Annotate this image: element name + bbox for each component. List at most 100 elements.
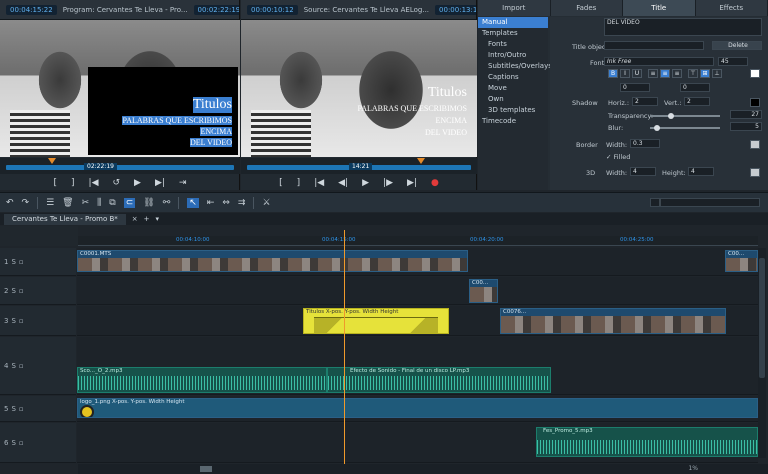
razor-icon[interactable]: ⚔ xyxy=(262,198,270,208)
shadow-color-swatch[interactable] xyxy=(750,98,760,107)
track-lane-4[interactable]: Sco..._O_2.mp3 Efecto de Sonido - Final … xyxy=(77,337,758,395)
track-header-6[interactable]: 6 S ▫ xyxy=(0,423,76,463)
track-header-3[interactable]: 3 S ▫ xyxy=(0,306,76,336)
blur-field[interactable]: 5 xyxy=(730,122,762,131)
next-marker-button[interactable]: ⇥ xyxy=(179,178,187,188)
track-lane-3[interactable]: Titulos X-pos. Y-pos. Width Height C0076… xyxy=(77,306,758,336)
italic-icon[interactable]: I xyxy=(620,69,630,78)
vert-field[interactable]: 2 xyxy=(684,97,710,106)
play-button[interactable]: ▶ xyxy=(134,178,141,188)
transparency-knob[interactable] xyxy=(668,113,674,119)
video-clip[interactable]: C0076... xyxy=(500,308,726,334)
program-scrubber[interactable]: 02:22:19 xyxy=(0,158,240,174)
underline-icon[interactable]: U xyxy=(632,69,642,78)
bold-icon[interactable]: B xyxy=(608,69,618,78)
sequence-menu-icon[interactable]: ▾ xyxy=(156,215,160,223)
mute-icon[interactable]: S xyxy=(11,405,15,413)
track-header-5[interactable]: 5 S ▫ xyxy=(0,396,76,422)
select-icon[interactable]: ↖ xyxy=(187,197,199,208)
text-color-swatch[interactable] xyxy=(750,69,760,78)
mute-icon[interactable]: S xyxy=(11,258,15,266)
tree-item-subtitles[interactable]: Subtitles/Overlays xyxy=(478,61,552,72)
align-center-icon[interactable]: ≡ xyxy=(672,69,682,78)
unlink-icon[interactable]: ⚯ xyxy=(163,198,171,208)
mark-in-button[interactable]: [ xyxy=(54,178,58,188)
tree-item-own[interactable]: Own xyxy=(478,94,548,105)
lock-icon[interactable]: ▫ xyxy=(19,362,24,370)
tree-item-captions[interactable]: Captions xyxy=(478,72,548,83)
magnet-icon[interactable]: ⊂ xyxy=(123,197,136,208)
tree-item-fonts[interactable]: Fonts xyxy=(478,39,548,50)
track-header-4[interactable]: 4 S ▫ xyxy=(0,337,76,395)
video-clip[interactable]: C00... xyxy=(725,250,758,272)
ripple-icon[interactable]: ⇉ xyxy=(238,198,246,208)
title-text-field[interactable]: DEL VÍDEO xyxy=(604,18,762,36)
fade-envelope[interactable] xyxy=(314,317,438,333)
cut-icon[interactable]: ✂ xyxy=(82,198,90,208)
tree-item-manual[interactable]: Manual xyxy=(478,17,548,28)
source-scrubber[interactable]: 14:21 xyxy=(241,158,477,174)
track-lane-2[interactable]: C00... xyxy=(77,277,758,305)
go-to-start-button[interactable]: |◀ xyxy=(89,178,99,188)
logo-clip[interactable]: logo_1.png X-pos. Y-pos. Width Height xyxy=(77,398,758,418)
title-object-select[interactable] xyxy=(604,41,704,50)
spacing-field-b[interactable]: 0 xyxy=(680,83,710,92)
record-button[interactable]: ● xyxy=(431,178,439,188)
border-color-swatch[interactable] xyxy=(750,140,760,149)
lock-icon[interactable]: ▫ xyxy=(19,258,24,266)
vertical-scrollbar[interactable] xyxy=(758,248,766,458)
mute-icon[interactable]: S xyxy=(11,317,15,325)
close-tab-icon[interactable]: × xyxy=(132,215,138,223)
slip-icon[interactable]: ⇔ xyxy=(222,198,230,208)
valign-middle-icon[interactable]: ⊞ xyxy=(700,69,710,78)
add-sequence-icon[interactable]: + xyxy=(144,215,150,223)
source-go-to-end-button[interactable]: ▶| xyxy=(407,178,417,188)
video-clip[interactable]: C00... xyxy=(469,279,498,303)
source-mark-out-button[interactable]: ] xyxy=(297,178,301,188)
redo-icon[interactable]: ↷ xyxy=(22,198,30,208)
source-preview[interactable]: Titulos PALABRAS QUE ESCRIBIMOS ENCIMA D… xyxy=(241,20,477,157)
delete-button[interactable]: Delete xyxy=(712,41,762,50)
trim-icon[interactable]: ⇤ xyxy=(207,198,215,208)
horiz-field[interactable]: 2 xyxy=(632,97,658,106)
horizontal-scrollbar[interactable]: 1% xyxy=(78,464,768,474)
mute-icon[interactable]: S xyxy=(11,439,15,447)
video-clip[interactable]: C0001.MTS xyxy=(77,250,468,272)
playhead[interactable] xyxy=(344,230,345,474)
hscroll-thumb[interactable] xyxy=(200,466,212,472)
tab-effects[interactable]: Effects xyxy=(695,0,768,16)
audio-clip[interactable]: Sco..._O_2.mp3 xyxy=(77,367,327,393)
font-size-field[interactable]: 45 xyxy=(718,57,748,66)
tree-item-3d-templates[interactable]: 3D templates xyxy=(478,105,548,116)
track-header-2[interactable]: 2 S ▫ xyxy=(0,277,76,305)
source-step-forward-button[interactable]: |▶ xyxy=(383,178,393,188)
valign-bottom-icon[interactable]: ⊥ xyxy=(712,69,722,78)
transparency-slider[interactable] xyxy=(650,113,720,119)
sequence-tab[interactable]: Cervantes Te Lleva - Promo B* xyxy=(4,213,126,225)
loop-button[interactable]: ↺ xyxy=(113,178,121,188)
tree-item-intro-outro[interactable]: Intro/Outro xyxy=(478,50,548,61)
3d-width-field[interactable]: 4 xyxy=(630,167,656,176)
program-timecode[interactable]: 00:04:15:22 xyxy=(6,4,57,15)
border-width-field[interactable]: 0.3 xyxy=(630,139,660,148)
filled-checkbox[interactable]: ✓ Filled xyxy=(606,153,630,161)
source-timecode[interactable]: 00:00:10:12 xyxy=(247,4,298,15)
go-to-end-button[interactable]: ▶| xyxy=(155,178,165,188)
scrollbar-thumb[interactable] xyxy=(759,258,765,378)
timeline-ruler[interactable]: 00:04:10:00 00:04:15:00 00:04:20:00 00:0… xyxy=(78,236,758,246)
list-icon[interactable]: ☰ xyxy=(46,198,54,208)
lock-icon[interactable]: ▫ xyxy=(19,439,24,447)
tab-title[interactable]: Title xyxy=(623,0,696,16)
align-left-icon[interactable]: ≡ xyxy=(648,69,658,78)
lock-icon[interactable]: ▫ xyxy=(19,317,24,325)
track-lane-6[interactable]: Fes_Promo_5.mp3 xyxy=(77,423,758,463)
lock-icon[interactable]: ▫ xyxy=(19,405,24,413)
blur-knob[interactable] xyxy=(654,125,660,131)
mark-out-button[interactable]: ] xyxy=(71,178,75,188)
split-icon[interactable]: ⫼ xyxy=(97,198,101,208)
tree-item-move[interactable]: Move xyxy=(478,83,548,94)
audio-clip[interactable]: Efecto de Sonido - Final de un disco LP.… xyxy=(327,367,551,393)
mute-icon[interactable]: S xyxy=(11,287,15,295)
program-preview[interactable]: Titulos PALABRAS QUE ESCRIBIMOS ENCIMA D… xyxy=(0,20,240,157)
title-overlay-box[interactable]: Titulos PALABRAS QUE ESCRIBIMOS ENCIMA D… xyxy=(88,67,238,155)
